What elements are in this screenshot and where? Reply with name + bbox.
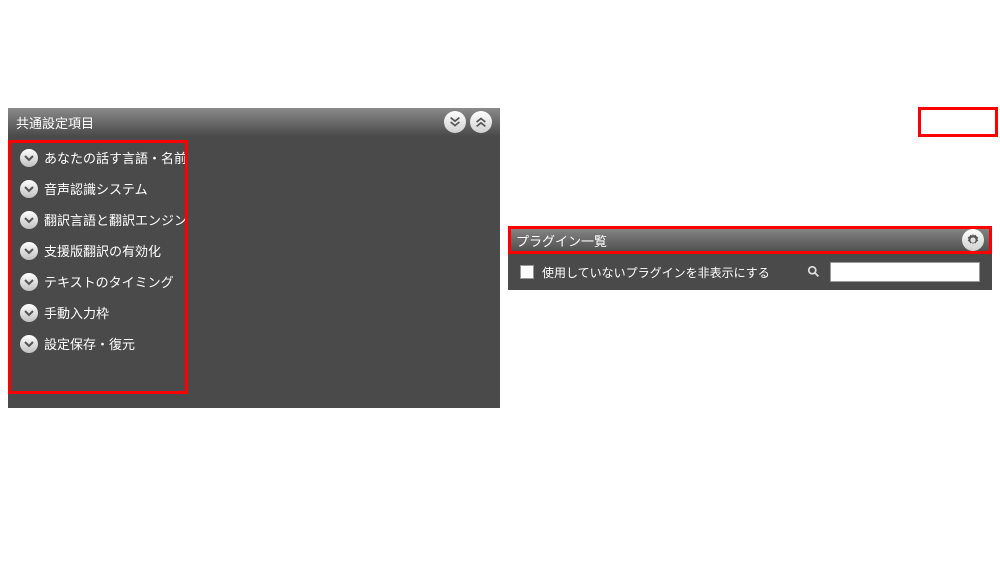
settings-item-text-timing[interactable]: テキストのタイミング <box>16 266 492 297</box>
chevron-down-icon <box>20 273 38 291</box>
settings-item-label: テキストのタイミング <box>44 272 174 291</box>
settings-item-manual-input[interactable]: 手動入力枠 <box>16 297 492 328</box>
highlight-annotation <box>918 107 998 137</box>
settings-item-speech-recognition[interactable]: 音声認識システム <box>16 173 492 204</box>
chevron-down-icon <box>20 335 38 353</box>
settings-item-label: 音声認識システム <box>44 179 148 198</box>
plugin-list-title: プラグイン一覧 <box>516 231 962 250</box>
settings-item-label: 手動入力枠 <box>44 303 109 322</box>
settings-item-language-name[interactable]: あなたの話す言語・名前 <box>16 142 492 173</box>
chevron-down-icon <box>20 211 38 229</box>
double-chevron-down-icon <box>448 115 462 129</box>
expand-all-button[interactable] <box>444 111 466 133</box>
common-settings-title: 共通設定項目 <box>16 113 444 132</box>
settings-item-label: 翻訳言語と翻訳エンジン <box>44 210 187 229</box>
settings-item-label: あなたの話す言語・名前 <box>44 148 187 167</box>
chevron-down-icon <box>20 304 38 322</box>
common-settings-header: 共通設定項目 <box>8 108 500 136</box>
settings-item-support-translation[interactable]: 支援版翻訳の有効化 <box>16 235 492 266</box>
hide-unused-label: 使用していないプラグインを非表示にする <box>542 264 798 281</box>
settings-list: あなたの話す言語・名前 音声認識システム 翻訳言語と翻訳エンジン 支援版翻訳の有… <box>8 136 500 365</box>
hide-unused-checkbox[interactable] <box>520 265 534 279</box>
double-chevron-up-icon <box>474 115 488 129</box>
search-icon <box>806 264 822 280</box>
plugin-settings-button[interactable] <box>962 229 984 251</box>
plugin-search-input[interactable] <box>830 262 980 282</box>
gear-icon <box>966 233 980 247</box>
settings-item-label: 支援版翻訳の有効化 <box>44 241 161 260</box>
chevron-down-icon <box>20 242 38 260</box>
plugin-list-header: プラグイン一覧 <box>508 226 992 254</box>
common-settings-panel: 共通設定項目 あなたの話す言語・名前 <box>8 108 500 408</box>
settings-item-translation-engine[interactable]: 翻訳言語と翻訳エンジン <box>16 204 492 235</box>
chevron-down-icon <box>20 180 38 198</box>
plugin-list-panel: プラグイン一覧 使用していないプラグインを非表示にする <box>508 226 992 290</box>
settings-item-save-restore[interactable]: 設定保存・復元 <box>16 328 492 359</box>
collapse-all-button[interactable] <box>470 111 492 133</box>
settings-item-label: 設定保存・復元 <box>44 334 135 353</box>
header-buttons-group <box>444 111 492 133</box>
plugin-filter-row: 使用していないプラグインを非表示にする <box>508 254 992 290</box>
chevron-down-icon <box>20 149 38 167</box>
